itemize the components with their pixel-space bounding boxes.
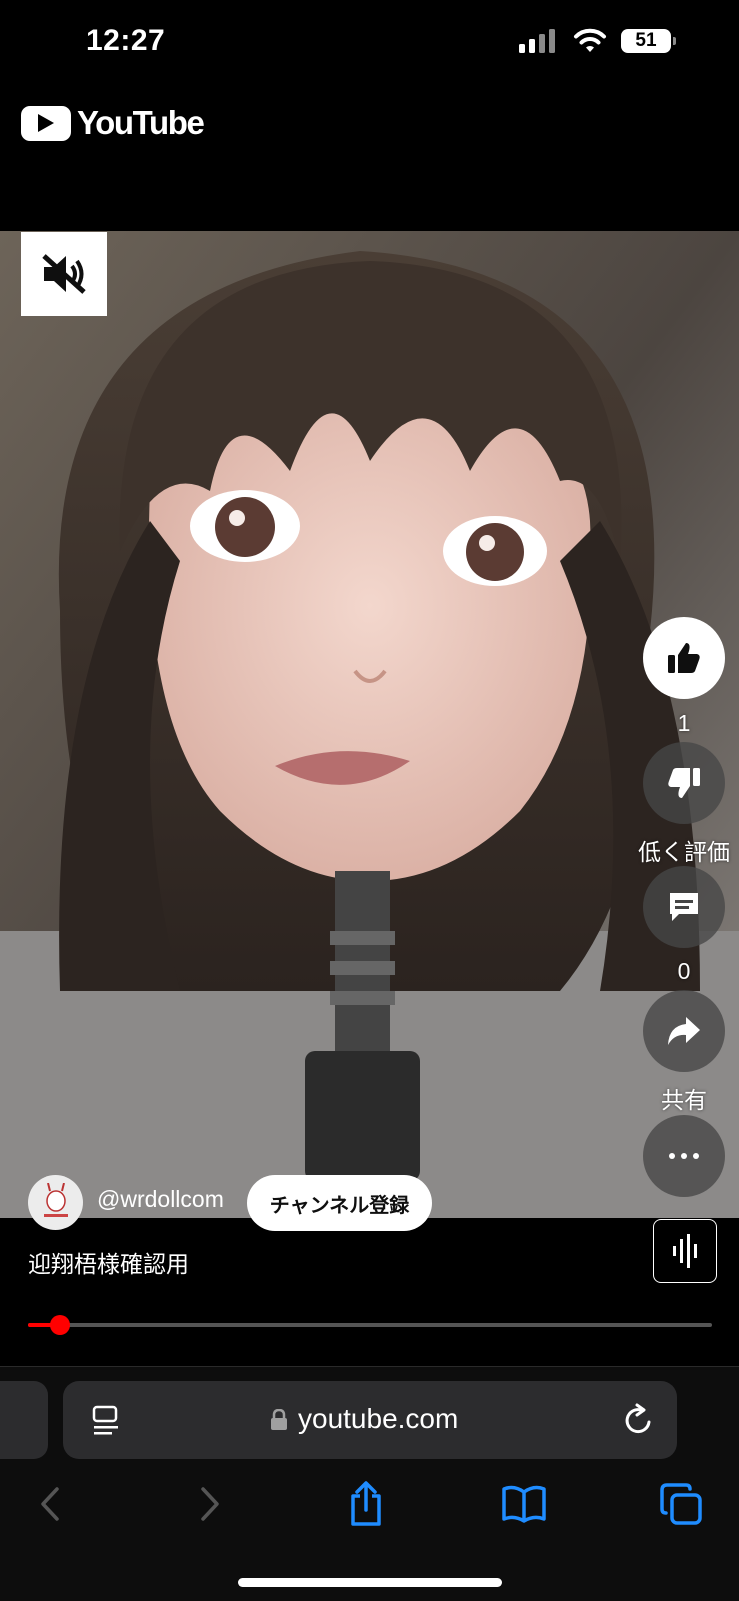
wifi-icon bbox=[574, 28, 606, 52]
tabs-icon bbox=[660, 1483, 702, 1525]
status-time: 12:27 bbox=[86, 24, 166, 57]
home-indicator bbox=[238, 1578, 502, 1587]
youtube-logo[interactable]: YouTube bbox=[21, 104, 205, 142]
cellular-signal-icon bbox=[519, 29, 555, 53]
subscribe-button[interactable]: チャンネル登録 bbox=[247, 1175, 432, 1231]
youtube-wordmark: YouTube bbox=[77, 104, 205, 141]
previous-tab-preview[interactable] bbox=[0, 1381, 48, 1459]
bookmarks-button[interactable] bbox=[494, 1478, 554, 1530]
share-label: 共有 bbox=[661, 1087, 707, 1113]
share-button[interactable] bbox=[643, 990, 725, 1072]
share-sheet-button[interactable] bbox=[336, 1478, 396, 1530]
reload-icon[interactable] bbox=[623, 1403, 655, 1437]
like-button[interactable] bbox=[643, 617, 725, 699]
reader-icon[interactable] bbox=[91, 1405, 121, 1437]
more-options-button[interactable] bbox=[643, 1115, 725, 1197]
battery-indicator: 51 bbox=[621, 29, 676, 53]
forward-button[interactable] bbox=[180, 1478, 240, 1530]
share-icon bbox=[668, 1017, 700, 1045]
comment-icon bbox=[670, 893, 698, 921]
channel-handle[interactable]: @wrdollcom bbox=[97, 1186, 224, 1213]
forward-icon bbox=[201, 1487, 219, 1521]
lock-icon bbox=[271, 1409, 287, 1430]
channel-logo-icon bbox=[43, 1182, 68, 1217]
more-icon bbox=[669, 1153, 699, 1159]
url-text[interactable]: youtube.com bbox=[298, 1403, 458, 1435]
dislike-icon bbox=[668, 768, 700, 798]
status-icons: 51 bbox=[519, 28, 676, 54]
video-title[interactable]: 迎翔梧様確認用 bbox=[28, 1245, 189, 1279]
sound-button[interactable] bbox=[653, 1219, 717, 1283]
comment-button[interactable] bbox=[643, 866, 725, 948]
share-sheet-icon bbox=[351, 1481, 381, 1526]
mute-button[interactable] bbox=[21, 232, 107, 316]
dislike-label: 低く評価 bbox=[638, 839, 730, 865]
like-icon bbox=[668, 643, 700, 673]
like-count: 1 bbox=[677, 710, 691, 736]
back-button[interactable] bbox=[20, 1478, 80, 1530]
progress-scrubber[interactable] bbox=[50, 1315, 71, 1335]
bookmarks-icon bbox=[502, 1485, 546, 1523]
mute-icon bbox=[42, 254, 86, 294]
comment-count: 0 bbox=[677, 958, 691, 984]
channel-avatar[interactable] bbox=[28, 1175, 83, 1230]
tabs-button[interactable] bbox=[651, 1478, 711, 1530]
back-icon bbox=[41, 1487, 59, 1521]
progress-bar[interactable] bbox=[28, 1315, 712, 1335]
youtube-play-icon bbox=[21, 105, 71, 141]
sound-wave-icon bbox=[673, 1234, 697, 1268]
dislike-button[interactable] bbox=[643, 742, 725, 824]
